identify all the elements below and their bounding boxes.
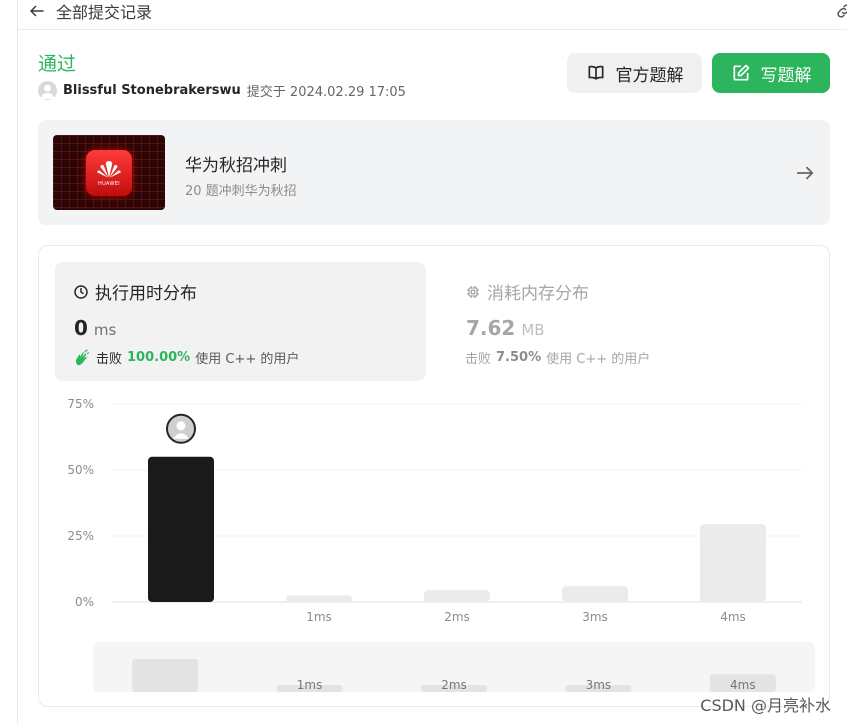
arrow-right-icon [796,166,814,180]
submission-status: 通过 [38,53,77,75]
y-tick-label: 75% [67,397,94,411]
x-tick-label: 4ms [720,610,746,624]
write-solution-button[interactable]: 写题解 [712,53,830,93]
y-tick-label: 50% [67,463,94,477]
promo-banner[interactable]: HUAWEI 华为秋招冲刺 20 题冲刺华为秋招 [38,120,830,225]
overview-tick-label: 1ms [297,678,323,692]
back-to-submissions[interactable]: 全部提交记录 [28,0,152,22]
chart-bar[interactable] [562,586,628,602]
y-tick-label: 0% [75,595,94,609]
overview-tick-label: 3ms [586,678,612,692]
y-tick-label: 25% [67,529,94,543]
app-root: 全部提交记录 通过 Blissful Stonebrakerswu 提交于 20… [0,0,847,724]
csdn-watermark: CSDN @月亮补水 [700,696,831,715]
chart-bar[interactable] [700,524,766,602]
avatar-head-shape [176,421,186,431]
username[interactable]: Blissful Stonebrakerswu [63,83,241,98]
chart-bar[interactable] [286,595,352,602]
promo-title: 华为秋招冲刺 [185,156,287,176]
edit-icon [733,64,749,81]
submitted-time: 提交于 2024.02.29 17:05 [246,84,406,100]
overview-tick-label: 2ms [441,678,467,692]
overview-bar [132,659,199,692]
x-tick-label: 2ms [444,610,470,624]
official-solution-label: 官方题解 [615,65,684,86]
promo-subtitle: 20 题冲刺华为秋招 [185,184,297,199]
runtime-distribution-chart: 0% 25% 50% 75% 1ms 2ms 3ms 4ms 1ms 2ms 3ms 4ms [67,397,815,692]
book-icon [588,65,603,80]
user-avatar[interactable] [38,80,57,100]
write-solution-label: 写题解 [760,65,812,86]
x-tick-label: 1ms [306,610,332,624]
chart-bar[interactable] [424,590,490,602]
left-divider [17,0,18,724]
promo-image: HUAWEI [53,135,165,210]
link-icon[interactable] [835,2,847,20]
submission-meta: Blissful Stonebrakerswu 提交于 2024.02.29 1… [38,80,406,100]
official-solution-button[interactable]: 官方题解 [567,53,702,93]
avatar-person-icon [41,84,54,99]
back-label: 全部提交记录 [56,3,153,22]
huawei-logo: HUAWEI [86,150,132,196]
overview-tick-label: 4ms [730,678,756,692]
top-bar: 全部提交记录 [18,0,847,30]
stats-card: 执行用时分布 0 ms 击败 100.00% 使用 C++ 的用户 消耗内存分布… [38,245,830,707]
chart-bar[interactable] [148,456,214,602]
promo-image-text: HUAWEI [98,181,120,187]
arrow-left-icon [30,5,44,17]
huawei-petals-icon [97,161,121,178]
x-tick-label: 3ms [582,610,608,624]
